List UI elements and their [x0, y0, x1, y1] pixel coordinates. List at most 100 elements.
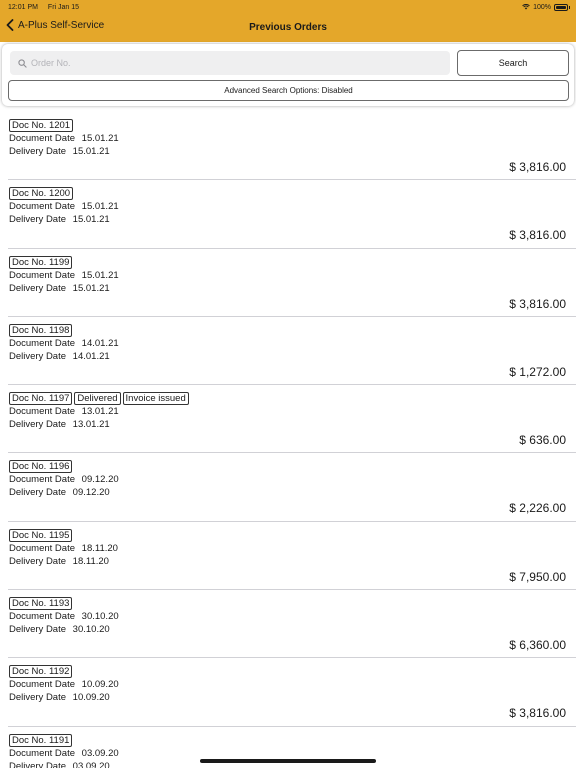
order-tags: Doc No. 1198	[9, 323, 73, 337]
document-date-value: 15.01.21	[81, 201, 119, 213]
doc-number-badge: Doc No. 1199	[9, 255, 73, 269]
document-date-line: Document Date 10.09.20	[9, 679, 119, 690]
delivery-date-value: 18.11.20	[72, 555, 109, 567]
order-tags: Doc No. 1196	[9, 460, 73, 474]
order-tags: Doc No. 1191	[9, 733, 73, 747]
order-amount: $ 3,816.00	[509, 160, 566, 174]
order-number-input[interactable]	[31, 58, 431, 68]
order-amount: $ 3,816.00	[509, 706, 566, 721]
order-row[interactable]: Doc No. 1192 Document Date 10.09.20 Deli…	[8, 658, 576, 727]
doc-number-badge: Doc No. 1191	[9, 733, 73, 747]
status-time: 12:01 PM	[8, 3, 38, 11]
order-amount: $ 3,816.00	[509, 228, 566, 243]
advanced-search-options-button[interactable]: Advanced Search Options: Disabled	[8, 80, 569, 101]
document-date-value: 15.01.21	[81, 269, 119, 281]
delivery-date-label: Delivery Date	[9, 555, 67, 567]
order-amount: $ 1,272.00	[509, 364, 566, 379]
document-date-line: Document Date 14.01.21	[9, 338, 119, 349]
order-row[interactable]: Doc No. 1200 Document Date 15.01.21 Deli…	[8, 180, 576, 249]
delivery-date-label: Delivery Date	[9, 692, 67, 704]
document-date-label: Document Date	[9, 269, 76, 281]
document-date-value: 30.10.20	[81, 611, 119, 623]
order-row[interactable]: Doc No. 1201 Document Date 15.01.21 Deli…	[8, 112, 576, 181]
delivery-date-line: Delivery Date 30.10.20	[9, 624, 110, 635]
delivery-date-value: 09.12.20	[72, 487, 110, 499]
status-badge: Invoice issued	[122, 392, 189, 406]
search-button[interactable]: Search	[457, 50, 569, 76]
status-date: Fri Jan 15	[47, 3, 80, 11]
doc-number-badge: Doc No. 1200	[9, 187, 74, 201]
order-tags: Doc No. 1195	[9, 528, 73, 542]
home-indicator[interactable]	[200, 759, 376, 763]
delivery-date-label: Delivery Date	[9, 282, 67, 294]
delivery-date-line: Delivery Date 18.11.20	[9, 556, 109, 567]
order-amount: $ 7,950.00	[509, 569, 566, 584]
delivery-date-label: Delivery Date	[9, 624, 67, 636]
document-date-value: 03.09.20	[81, 747, 119, 759]
search-panel: Search Advanced Search Options: Disabled	[2, 44, 574, 106]
delivery-date-line: Delivery Date 10.09.20	[9, 692, 110, 703]
status-badge: Delivered	[74, 392, 121, 406]
delivery-date-value: 15.01.21	[72, 282, 110, 294]
document-date-label: Document Date	[9, 201, 76, 213]
wifi-icon	[522, 4, 530, 10]
order-row[interactable]: Doc No. 1199 Document Date 15.01.21 Deli…	[8, 249, 576, 317]
order-row[interactable]: Doc No. 1197 Delivered Invoice issued Doc…	[8, 385, 576, 454]
delivery-date-line: Delivery Date 03.09.20	[9, 761, 110, 768]
order-amount: $ 636.00	[519, 433, 566, 448]
doc-number-badge: Doc No. 1196	[9, 460, 73, 474]
status-right: 100%	[522, 3, 570, 11]
orders-list: Doc No. 1201 Document Date 15.01.21 Deli…	[0, 112, 576, 768]
document-date-line: Document Date 30.10.20	[9, 611, 119, 622]
order-tags: Doc No. 1193	[9, 597, 73, 611]
order-amount: $ 3,816.00	[509, 296, 566, 311]
delivery-date-label: Delivery Date	[9, 487, 67, 499]
delivery-date-label: Delivery Date	[9, 350, 67, 362]
delivery-date-line: Delivery Date 14.01.21	[9, 351, 110, 362]
document-date-label: Document Date	[9, 542, 76, 554]
delivery-date-value: 03.09.20	[72, 760, 110, 768]
page-title: Previous Orders	[249, 22, 327, 33]
delivery-date-line: Delivery Date 09.12.20	[9, 487, 110, 498]
status-left: 12:01 PM Fri Jan 15	[8, 4, 87, 11]
delivery-date-line: Delivery Date 15.01.21	[9, 283, 110, 294]
document-date-value: 10.09.20	[81, 679, 119, 691]
delivery-date-label: Delivery Date	[9, 760, 67, 768]
document-date-value: 13.01.21	[81, 406, 119, 418]
document-date-value: 14.01.21	[81, 337, 119, 349]
doc-number-badge: Doc No. 1197	[9, 392, 73, 406]
doc-number-badge: Doc No. 1193	[9, 597, 73, 611]
document-date-label: Document Date	[9, 133, 76, 144]
delivery-date-label: Delivery Date	[9, 214, 67, 226]
document-date-line: Document Date 15.01.21	[9, 201, 119, 212]
battery-percent: 100%	[533, 3, 551, 11]
delivery-date-value: 15.01.21	[72, 214, 110, 226]
status-bar: 12:01 PM Fri Jan 15 100%	[0, 0, 576, 14]
document-date-line: Document Date 03.09.20	[9, 748, 119, 759]
document-date-value: 15.01.21	[81, 133, 119, 144]
delivery-date-value: 13.01.21	[72, 419, 110, 431]
search-icon	[18, 58, 27, 68]
order-row[interactable]: Doc No. 1198 Document Date 14.01.21 Deli…	[8, 317, 576, 386]
document-date-label: Document Date	[9, 679, 76, 691]
document-date-line: Document Date 18.11.20	[9, 543, 118, 554]
delivery-date-value: 14.01.21	[72, 350, 110, 362]
battery-icon	[554, 3, 570, 11]
order-row[interactable]: Doc No. 1195 Document Date 18.11.20 Deli…	[8, 522, 576, 591]
order-tags: Doc No. 1197 Delivered Invoice issued	[9, 392, 189, 406]
order-row[interactable]: Doc No. 1193 Document Date 30.10.20 Deli…	[8, 590, 576, 659]
search-field[interactable]	[10, 51, 450, 75]
document-date-label: Document Date	[9, 474, 76, 486]
order-amount: $ 6,360.00	[509, 638, 566, 653]
order-amount: $ 2,226.00	[509, 501, 566, 516]
document-date-value: 18.11.20	[81, 542, 118, 554]
delivery-date-value: 10.09.20	[72, 692, 110, 704]
order-row[interactable]: Doc No. 1196 Document Date 09.12.20 Deli…	[8, 453, 576, 522]
document-date-label: Document Date	[9, 611, 76, 623]
document-date-value: 09.12.20	[81, 474, 119, 486]
doc-number-badge: Doc No. 1195	[9, 528, 73, 542]
navigation-bar: A-Plus Self-Service Previous Orders	[0, 14, 576, 42]
delivery-date-value: 15.01.21	[72, 146, 110, 157]
document-date-label: Document Date	[9, 337, 76, 349]
doc-number-badge: Doc No. 1201	[9, 119, 74, 132]
